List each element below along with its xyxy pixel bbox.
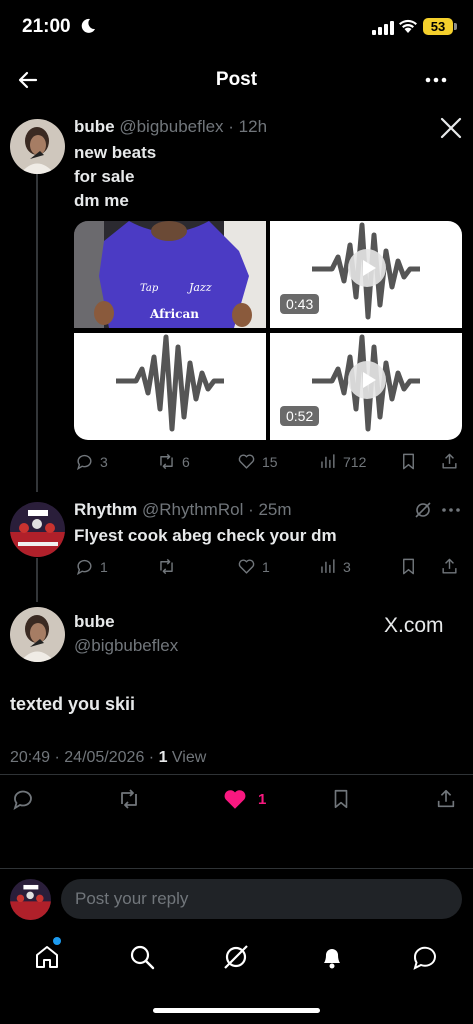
post-date: 24/05/2026 [64, 749, 145, 766]
like-count: 1 [258, 790, 267, 808]
handle[interactable]: @bigbubeflex [74, 636, 178, 656]
bookmark-icon[interactable] [399, 452, 418, 471]
view-count: 3 [343, 558, 351, 575]
reply-actions: 1 1 3 [0, 557, 473, 579]
battery-indicator: 53 [423, 18, 453, 35]
view-count: 712 [343, 453, 367, 470]
waveform-icon [116, 334, 224, 432]
focus-post-text: texted you skii [10, 694, 136, 714]
handle[interactable]: @RhythmRol [142, 500, 243, 519]
display-name[interactable]: bube [74, 612, 115, 632]
like-action[interactable]: 15 [237, 452, 278, 471]
post-text-line: for sale [74, 167, 135, 186]
separator-dot: · [243, 500, 259, 519]
shirt-text: Tap [140, 283, 159, 294]
grok-icon[interactable] [222, 943, 250, 971]
post-actions: 3 6 15 712 [0, 452, 473, 474]
play-button[interactable] [348, 249, 386, 287]
video-duration: 0:43 [280, 294, 320, 314]
share-icon[interactable] [440, 452, 459, 471]
like-count: 15 [262, 453, 278, 470]
views-action[interactable]: 712 [318, 452, 366, 471]
repost-action[interactable]: 6 [157, 452, 190, 471]
source-label: X.com [384, 614, 444, 637]
repost-icon[interactable] [117, 787, 141, 811]
share-icon[interactable] [435, 787, 457, 811]
post-meta: 20:49 · 24/05/2026 · 1 View [10, 749, 207, 766]
like-action[interactable]: 1 [222, 786, 266, 812]
post-text-line: dm me [74, 191, 129, 210]
post-header: bube @bigbubeflex · 12h [74, 117, 267, 137]
post-text: new beats for sale dm me [74, 141, 156, 213]
separator-dot: · [223, 117, 239, 136]
media-grid: Tap Jazz African 0:43 0:52 [74, 221, 462, 440]
repost-action[interactable] [157, 557, 182, 576]
media-audio-video-2[interactable]: 0:52 [270, 333, 462, 440]
view-count: 1 [158, 749, 168, 766]
avatar-bube[interactable] [10, 607, 65, 662]
avatar-bube[interactable] [10, 119, 65, 174]
media-audio-video-1[interactable]: 0:43 [270, 221, 462, 328]
page-title: Post [215, 69, 258, 90]
status-time: 21:00 [22, 16, 71, 37]
home-indicator [153, 1008, 320, 1013]
like-action[interactable]: 1 [237, 557, 270, 576]
battery-tip [454, 23, 457, 30]
bookmark-icon[interactable] [330, 787, 352, 811]
shirt-text: Jazz [189, 281, 212, 294]
x-logo-icon [440, 117, 462, 139]
reply-input[interactable]: Post your reply [61, 879, 462, 919]
cellular-signal-icon [372, 21, 394, 35]
media-photo[interactable]: Tap Jazz African [74, 221, 266, 328]
post-time: 20:49 [10, 749, 51, 766]
reply-icon[interactable] [11, 787, 35, 811]
display-name[interactable]: bube [74, 117, 115, 136]
repost-icon [160, 558, 173, 575]
heart-filled-icon [224, 790, 246, 809]
reply-count: 3 [100, 453, 108, 470]
views-icon [321, 559, 335, 573]
share-icon[interactable] [440, 557, 459, 576]
more-options-icon[interactable] [441, 506, 461, 514]
heart-icon [238, 559, 255, 574]
messages-icon[interactable] [411, 943, 439, 971]
reply-action[interactable]: 3 [75, 452, 108, 471]
repost-icon [160, 453, 173, 470]
reply-icon [76, 454, 92, 471]
video-duration: 0:52 [280, 406, 320, 426]
avatar-rhythm[interactable] [10, 502, 65, 557]
shirt-text: African [150, 307, 199, 321]
divider [0, 868, 473, 869]
wifi-icon [399, 19, 417, 33]
reply-action[interactable]: 1 [75, 557, 108, 576]
like-count: 1 [262, 558, 270, 575]
handle[interactable]: @bigbubeflex [119, 117, 223, 136]
more-options-icon[interactable] [424, 70, 448, 90]
notifications-bell-icon[interactable] [318, 943, 346, 971]
my-avatar[interactable] [10, 879, 51, 920]
reply-icon [76, 559, 92, 576]
search-icon[interactable] [128, 943, 156, 971]
thread-connector [36, 174, 38, 492]
play-button[interactable] [348, 361, 386, 399]
media-audio-image[interactable] [74, 333, 266, 440]
repost-count: 6 [182, 453, 190, 470]
views-icon [321, 454, 335, 468]
view-label: View [171, 749, 207, 766]
post-time: 25m [258, 500, 292, 519]
views-action[interactable]: 3 [318, 557, 351, 576]
post-text-line: new beats [74, 143, 157, 162]
bookmark-icon[interactable] [399, 557, 418, 576]
moon-icon [81, 18, 95, 33]
post-time: 12h [238, 117, 268, 136]
reply-count: 1 [100, 558, 108, 575]
heart-icon [238, 454, 255, 469]
divider [0, 774, 473, 775]
home-icon[interactable] [33, 943, 61, 971]
reply-text: Flyest cook abeg check your dm [74, 526, 337, 545]
reply-header: Rhythm @RhythmRol · 25m [74, 500, 292, 520]
display-name[interactable]: Rhythm [74, 500, 137, 519]
notification-dot [53, 937, 61, 945]
grok-icon[interactable] [413, 500, 433, 520]
